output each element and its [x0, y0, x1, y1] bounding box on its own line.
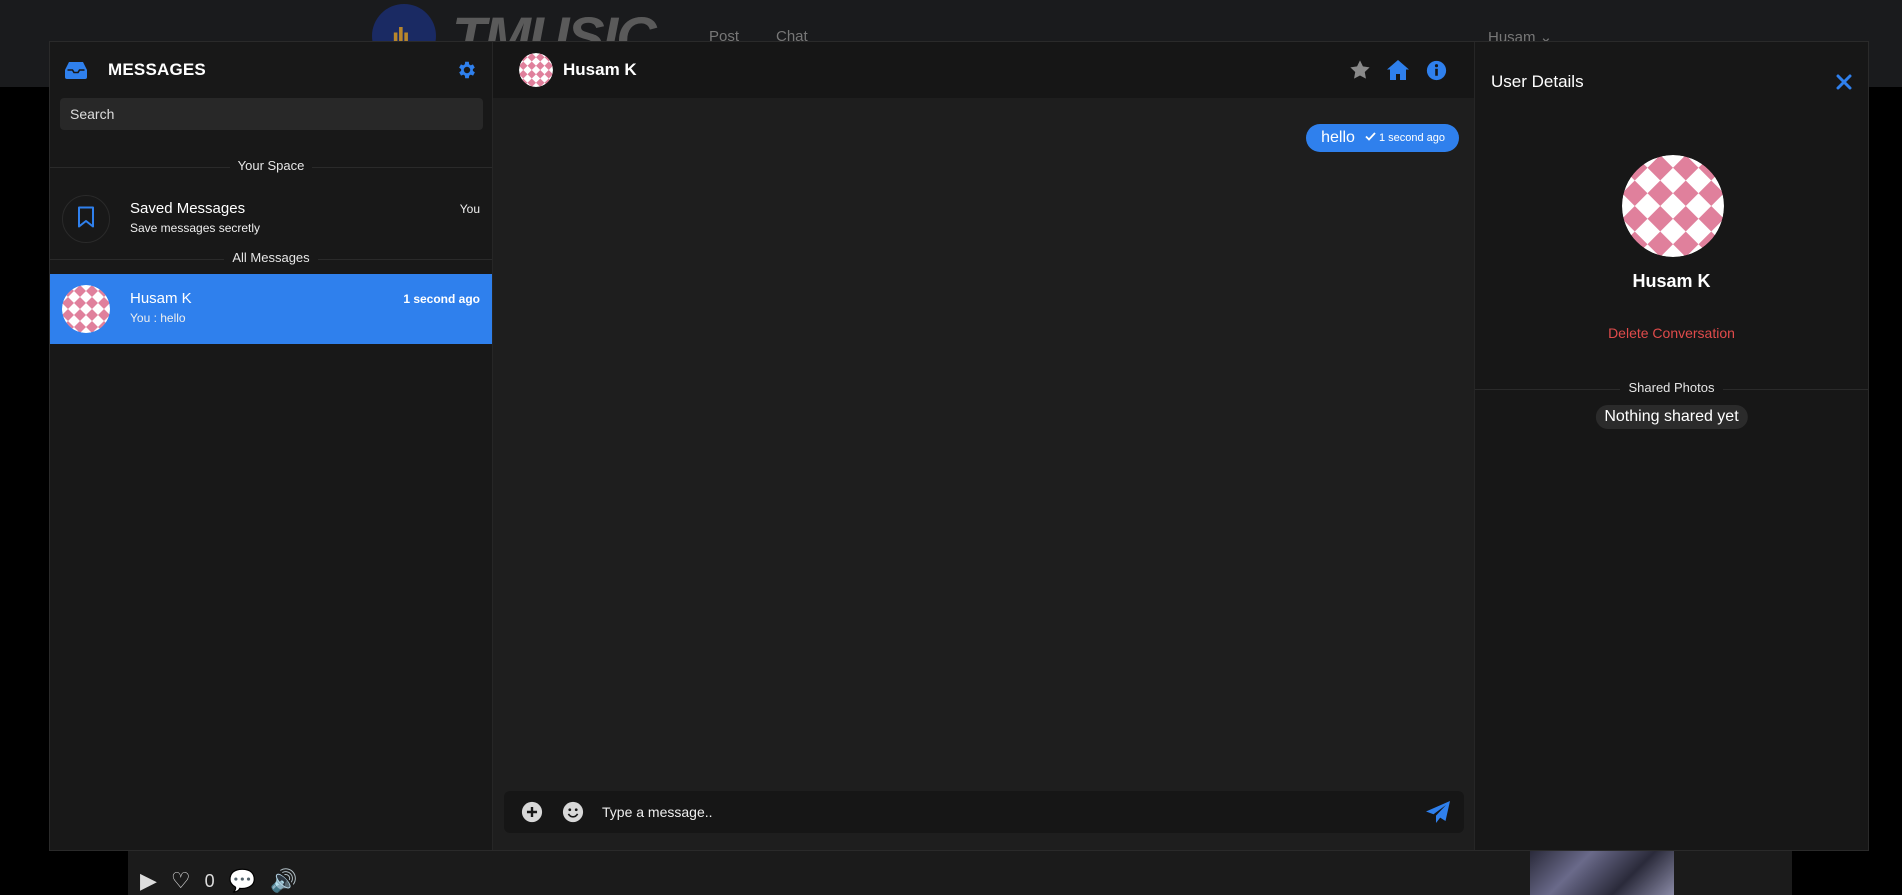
message-time: 1 second ago: [1378, 132, 1445, 144]
details-name: Husam K: [1632, 271, 1711, 291]
like-count: 0: [204, 870, 215, 891]
message-input[interactable]: [602, 804, 1424, 820]
heart-icon: ♡: [170, 868, 191, 893]
bookmark-icon: [77, 206, 95, 233]
conversation-sidebar: MESSAGES Your Space Saved Messages Save …: [50, 42, 493, 850]
avatar: [62, 285, 110, 333]
message-text: hello: [1321, 129, 1355, 146]
chat-header: Husam K: [493, 42, 1474, 98]
details-title: User Details: [1491, 72, 1584, 91]
conversation-preview: You : hello: [130, 310, 186, 325]
saved-messages-sub: Save messages secretly: [130, 220, 261, 235]
shared-photos-divider: Shared Photos: [1475, 380, 1868, 398]
saved-messages-item[interactable]: Saved Messages Save messages secretly Yo…: [50, 184, 492, 254]
send-icon[interactable]: [1424, 798, 1452, 826]
message-composer: [504, 791, 1464, 833]
plus-circle-icon[interactable]: [520, 800, 544, 824]
inbox-icon: [64, 58, 88, 82]
play-icon: ▶: [140, 868, 157, 893]
user-details-panel: User Details Husam K Delete Conversation…: [1475, 42, 1868, 850]
your-space-divider: Your Space: [50, 158, 492, 176]
search-input[interactable]: [60, 98, 483, 130]
chat-contact-name: Husam K: [563, 60, 637, 79]
gear-icon[interactable]: [456, 59, 478, 81]
shared-empty-badge: Nothing shared yet: [1595, 405, 1748, 429]
background-post-actions: ▶ ♡ 0 💬 🔊: [140, 868, 297, 894]
details-header: User Details: [1475, 42, 1868, 122]
star-icon[interactable]: [1348, 58, 1372, 82]
chat-panel: Husam K hello 1 second ago Type a messag…: [493, 42, 1475, 850]
chat-avatar[interactable]: [519, 53, 553, 87]
messenger-modal: MESSAGES Your Space Saved Messages Save …: [49, 41, 1869, 851]
conversation-time: 1 second ago: [403, 292, 480, 306]
message-list: hello 1 second ago: [493, 98, 1474, 774]
background-post-image: [1530, 851, 1674, 895]
details-avatar: [1622, 155, 1724, 257]
saved-messages-name: Saved Messages: [130, 199, 246, 217]
volume-icon: 🔊: [270, 868, 298, 893]
sidebar-title: MESSAGES: [108, 60, 206, 79]
delete-conversation-button[interactable]: Delete Conversation: [1475, 325, 1868, 341]
check-icon: [1365, 132, 1376, 144]
message-meta: 1 second ago: [1365, 132, 1445, 144]
close-icon[interactable]: [1834, 72, 1854, 92]
all-messages-divider: All Messages: [50, 250, 492, 268]
saved-messages-avatar: [62, 195, 110, 243]
home-icon[interactable]: [1386, 58, 1410, 82]
info-icon[interactable]: [1424, 58, 1448, 82]
sidebar-header: MESSAGES: [50, 42, 492, 98]
smile-icon[interactable]: [561, 800, 585, 824]
chat-actions: [1348, 58, 1448, 82]
comment-icon: 💬: [228, 868, 257, 893]
saved-messages-meta: You: [459, 202, 480, 216]
message-bubble: hello 1 second ago: [1306, 124, 1459, 152]
conversation-item[interactable]: Husam K You : hello 1 second ago: [50, 274, 492, 344]
